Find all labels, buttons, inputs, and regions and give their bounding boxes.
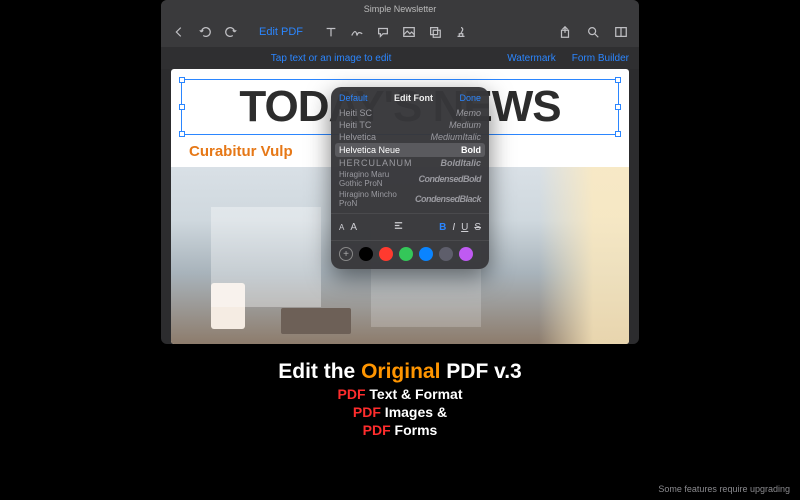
text-tool-icon[interactable] bbox=[323, 24, 339, 40]
font-colors: + bbox=[331, 240, 489, 269]
comment-tool-icon[interactable] bbox=[375, 24, 391, 40]
align-toggle-icon[interactable] bbox=[393, 220, 404, 234]
font-option[interactable]: Hiragino Mincho ProN CondensedBlack bbox=[331, 189, 489, 209]
color-swatch-black[interactable] bbox=[359, 247, 373, 261]
add-color-icon[interactable]: + bbox=[339, 247, 353, 261]
form-builder-link[interactable]: Form Builder bbox=[572, 53, 629, 64]
edit-mode-label[interactable]: Edit PDF bbox=[259, 26, 303, 38]
window-title: Simple Newsletter bbox=[364, 4, 437, 14]
window-titlebar: Simple Newsletter bbox=[161, 0, 639, 17]
toolbar: Edit PDF bbox=[161, 17, 639, 47]
font-size-larger[interactable]: A bbox=[350, 222, 357, 233]
color-swatch-purple[interactable] bbox=[459, 247, 473, 261]
font-popover-title: Edit Font bbox=[394, 93, 433, 103]
selection-handle[interactable] bbox=[179, 104, 185, 110]
undo-icon[interactable] bbox=[197, 24, 213, 40]
watermark-link[interactable]: Watermark bbox=[507, 53, 556, 64]
edit-font-popover: Default Edit Font Done Heiti SC Memo Hei… bbox=[331, 87, 489, 269]
search-icon[interactable] bbox=[585, 24, 601, 40]
color-swatch-green[interactable] bbox=[399, 247, 413, 261]
back-icon[interactable] bbox=[171, 24, 187, 40]
redo-icon[interactable] bbox=[223, 24, 239, 40]
selection-handle[interactable] bbox=[615, 131, 621, 137]
font-option[interactable]: Heiti TC Medium bbox=[331, 119, 489, 131]
promo-line-1: PDF Text & Format bbox=[0, 386, 800, 402]
font-format-row: A A B I U S bbox=[331, 213, 489, 240]
share-icon[interactable] bbox=[557, 24, 573, 40]
bold-toggle[interactable]: B bbox=[439, 222, 446, 233]
footnote: Some features require upgrading bbox=[658, 484, 790, 494]
panels-icon[interactable] bbox=[613, 24, 629, 40]
signature-tool-icon[interactable] bbox=[349, 24, 365, 40]
stamp-tool-icon[interactable] bbox=[453, 24, 469, 40]
promo-line-2: PDF Images & bbox=[0, 404, 800, 420]
selection-handle[interactable] bbox=[615, 77, 621, 83]
photo-chair bbox=[211, 283, 245, 329]
italic-toggle[interactable]: I bbox=[452, 222, 455, 233]
promo-headline: Edit the Original PDF v.3 bbox=[0, 360, 800, 384]
edit-hint: Tap text or an image to edit bbox=[171, 53, 491, 64]
selection-handle[interactable] bbox=[615, 104, 621, 110]
subhead-text[interactable]: Curabitur Vulp bbox=[189, 143, 293, 160]
font-option-selected[interactable]: Helvetica Neue Bold bbox=[335, 143, 485, 157]
font-option[interactable]: Heiti SC Memo bbox=[331, 107, 489, 119]
underline-toggle[interactable]: U bbox=[461, 222, 468, 233]
color-swatch-gray[interactable] bbox=[439, 247, 453, 261]
font-option[interactable]: Helvetica MediumItalic bbox=[331, 131, 489, 143]
promo-line-3: PDF Forms bbox=[0, 422, 800, 438]
copy-tool-icon[interactable] bbox=[427, 24, 443, 40]
color-swatch-blue[interactable] bbox=[419, 247, 433, 261]
image-tool-icon[interactable] bbox=[401, 24, 417, 40]
photo-table bbox=[281, 308, 351, 334]
color-swatch-red[interactable] bbox=[379, 247, 393, 261]
font-done-button[interactable]: Done bbox=[459, 93, 481, 103]
font-default-button[interactable]: Default bbox=[339, 93, 368, 103]
selection-handle[interactable] bbox=[179, 77, 185, 83]
sub-toolbar: Tap text or an image to edit Watermark F… bbox=[161, 47, 639, 69]
font-size-smaller[interactable]: A bbox=[339, 223, 344, 232]
selection-handle[interactable] bbox=[179, 131, 185, 137]
app-window: Simple Newsletter Edit PDF bbox=[161, 0, 639, 344]
font-option[interactable]: Hiragino Maru Gothic ProN CondensedBold bbox=[331, 169, 489, 189]
strike-toggle[interactable]: S bbox=[474, 222, 481, 233]
promo-block: Edit the Original PDF v.3 PDF Text & For… bbox=[0, 360, 800, 438]
font-option[interactable]: HERCULANUM BoldItalic bbox=[331, 157, 489, 169]
